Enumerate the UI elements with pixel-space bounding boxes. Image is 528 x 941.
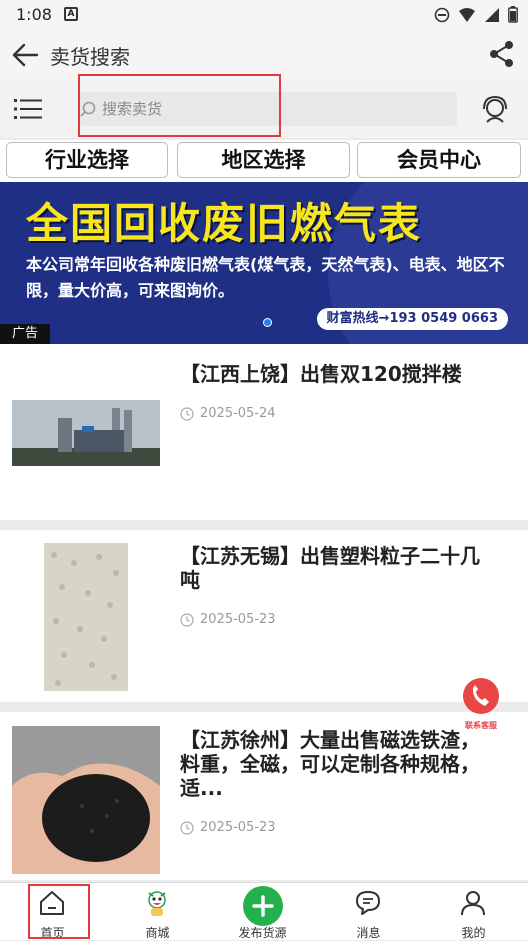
banner-body: 本公司常年回收各种废旧燃气表(煤气表，天然气表)、电表、地区不限，量大价高，可来… (26, 255, 505, 300)
search-box[interactable] (80, 92, 457, 126)
publish-plus-button[interactable] (243, 886, 283, 926)
nav-messages[interactable]: 消息 (316, 883, 421, 941)
notification-a-icon: A (64, 7, 78, 21)
item-thumbnail-iron-slag (12, 726, 160, 874)
chat-icon (356, 891, 380, 915)
item-thumbnail-plastic-pellets (44, 543, 128, 691)
battery-icon (508, 6, 518, 23)
item-title: 【江苏无锡】出售塑料粒子二十几吨 (180, 544, 480, 592)
nav-label: 首页 (40, 926, 65, 940)
app-header: 卖货搜索 (0, 30, 528, 80)
home-icon (40, 891, 64, 915)
item-date-row: 2025-05-23 (180, 612, 276, 627)
list-item[interactable]: 【江苏徐州】大量出售磁选铁渣，料重，全磁，可以定制各种规格，适... 2025-… (0, 712, 528, 880)
signal-icon (485, 7, 499, 22)
carousel-indicator[interactable] (263, 318, 272, 327)
nav-mall[interactable]: 商城 (105, 883, 210, 941)
item-date: 2025-05-23 (200, 820, 276, 835)
list-item[interactable]: 【江西上饶】出售双120搅拌楼 2025-05-24 (0, 344, 528, 520)
category-tabs: 行业选择 地区选择 会员中心 (0, 140, 528, 182)
item-title: 【江西上饶】出售双120搅拌楼 (180, 362, 462, 386)
page-title: 卖货搜索 (50, 45, 130, 69)
item-thumbnail-mixing-plant (12, 400, 160, 466)
nav-label: 发布货源 (238, 926, 287, 940)
nav-profile[interactable]: 我的 (421, 883, 526, 941)
contact-service-label: 联系客服 (465, 721, 497, 730)
banner-hotline: 财富热线→193 0549 0663 (316, 308, 508, 330)
share-icon[interactable] (488, 40, 516, 68)
clock-icon (180, 820, 194, 835)
search-icon (80, 101, 96, 117)
item-date: 2025-05-23 (200, 612, 276, 627)
status-bar: 1:08 A (0, 0, 528, 30)
wifi-icon (459, 7, 475, 22)
status-icons (434, 6, 518, 23)
dnd-icon (434, 7, 450, 22)
nav-home[interactable]: 首页 (0, 883, 105, 941)
mascot-icon (148, 891, 166, 916)
contact-service-float-button[interactable]: 联系客服 (458, 676, 504, 732)
tab-industry[interactable]: 行业选择 (6, 142, 168, 178)
item-title: 【江苏徐州】大量出售磁选铁渣，料重，全磁，可以定制各种规格，适... (180, 728, 480, 800)
clock-icon (180, 612, 194, 627)
customer-service-icon[interactable] (480, 94, 510, 124)
clock-icon (180, 406, 194, 421)
search-input[interactable] (102, 92, 442, 126)
nav-label: 消息 (356, 926, 381, 940)
status-time: 1:08 (16, 5, 52, 24)
tab-region[interactable]: 地区选择 (177, 142, 350, 178)
user-icon (461, 891, 485, 916)
nav-label: 我的 (461, 926, 486, 940)
nav-label: 商城 (145, 926, 170, 940)
back-arrow-icon[interactable] (10, 40, 40, 70)
list-item[interactable]: 【江苏无锡】出售塑料粒子二十几吨 2025-05-23 (0, 530, 528, 702)
search-bar (0, 80, 528, 138)
plus-icon (252, 895, 274, 917)
ad-banner[interactable]: 全国回收废旧燃气表 本公司常年回收各种废旧燃气表(煤气表，天然气表)、电表、地区… (0, 182, 528, 344)
banner-headline: 全国回收废旧燃气表 (26, 199, 423, 248)
item-date: 2025-05-24 (200, 406, 276, 421)
item-date-row: 2025-05-23 (180, 820, 276, 835)
menu-icon[interactable] (14, 97, 42, 121)
tab-member-center[interactable]: 会员中心 (357, 142, 521, 178)
item-date-row: 2025-05-24 (180, 406, 276, 421)
phone-icon (463, 678, 499, 714)
ad-tag: 广告 (0, 324, 50, 344)
